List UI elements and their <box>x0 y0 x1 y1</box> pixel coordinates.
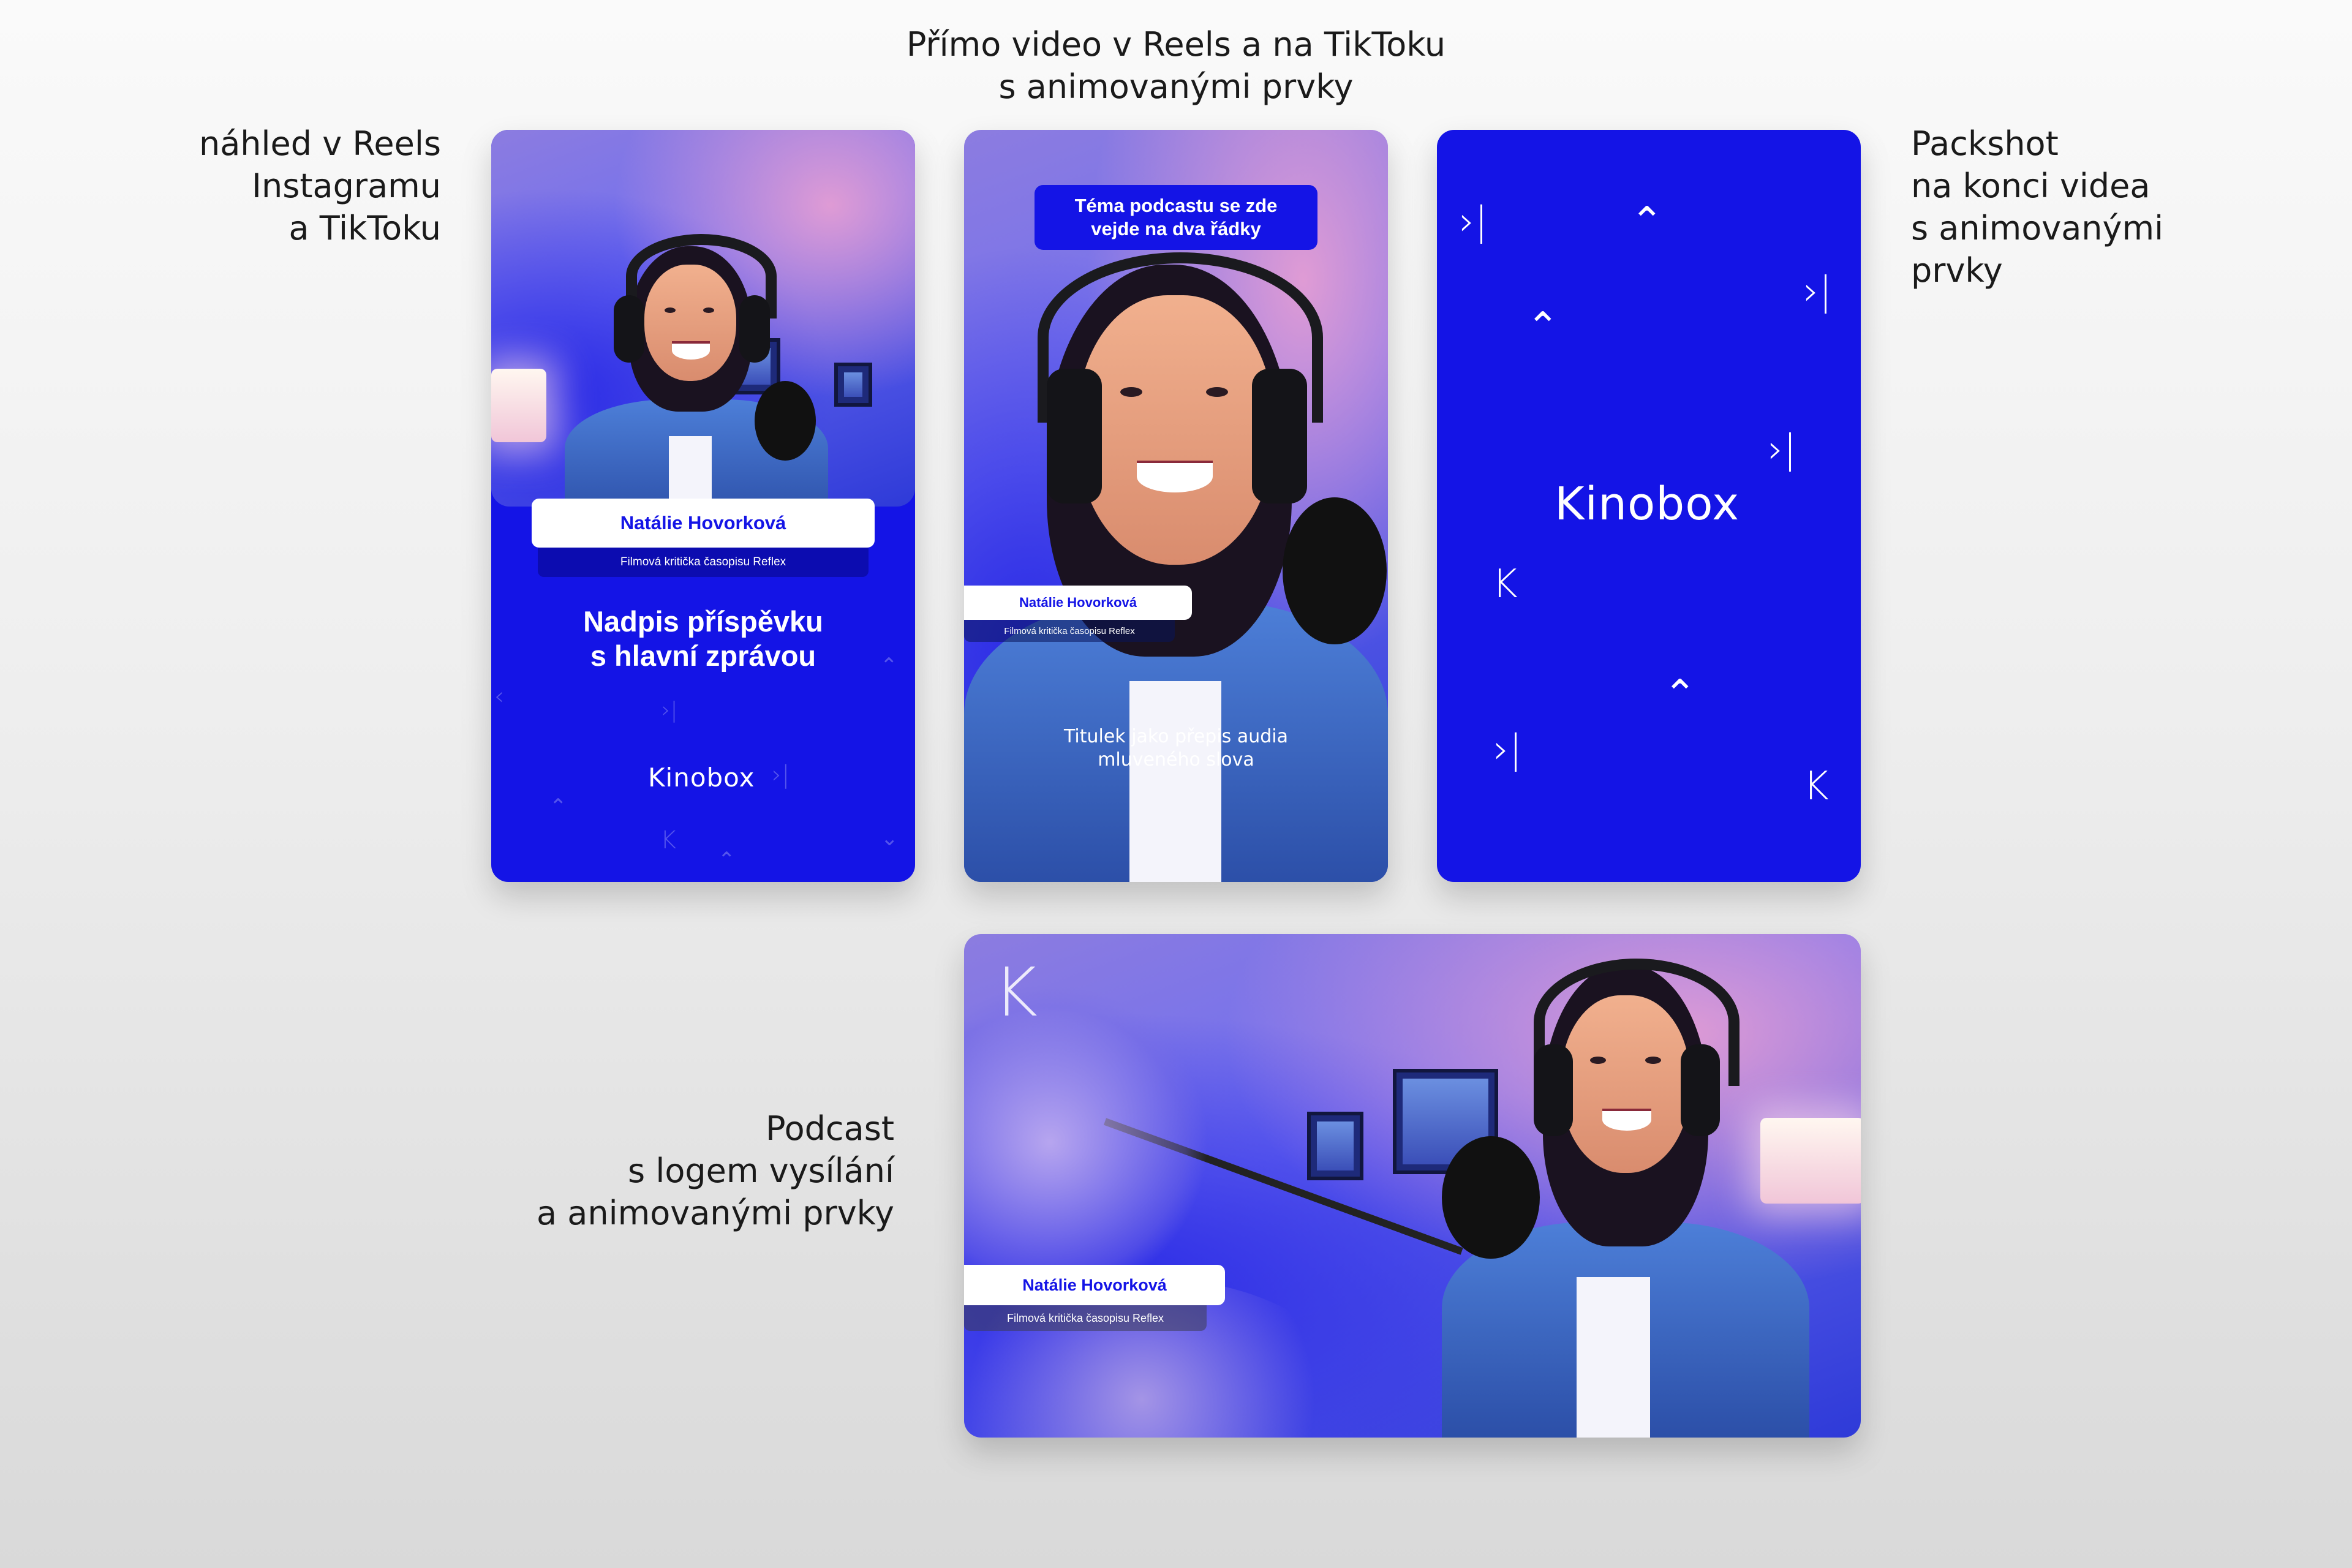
headline-line: Nadpis příspěvku <box>583 605 823 638</box>
caption-video: Přímo video v Reels a na TikToku s animo… <box>796 23 1556 108</box>
role-label: Filmová kritička časopisu Reflex <box>964 1305 1207 1331</box>
chevron-up-bar-icon: ⌃ <box>549 794 567 819</box>
skip-forward-icon: ›| <box>1803 269 1833 314</box>
preview-photo <box>491 130 915 507</box>
skip-forward-icon: ›| <box>772 761 790 789</box>
chevron-left-icon: ‹ <box>494 682 504 710</box>
kinobox-logo: Kinobox <box>648 763 755 793</box>
skip-forward-icon: ›| <box>1459 199 1488 244</box>
caption-preview: náhled v Reels Instagramu a TikToku <box>123 123 441 249</box>
card-packshot: ›| ⌃ ›| ⌃ ›| Kinobox K ⌃ ›| K <box>1437 130 1861 882</box>
topic-line: Téma podcastu se zde <box>1074 195 1278 216</box>
caption-line: náhled v Reels <box>198 124 441 163</box>
kinobox-logo: Kinobox <box>1555 478 1740 530</box>
person-image <box>552 234 859 507</box>
caption-line: prvky <box>1911 251 2003 290</box>
card-podcast: K Natálie Hovorková Filmová kritička čas… <box>964 934 1861 1438</box>
headline-line: s hlavní zprávou <box>590 639 816 672</box>
k-logo-icon: K <box>660 826 677 854</box>
subtitle: Titulek jako přepis audia mluveného slov… <box>964 725 1388 772</box>
caption-line: s animovanými prvky <box>998 67 1354 106</box>
topic-line: vejde na dva řádky <box>1091 218 1261 239</box>
caption-line: s animovanými <box>1911 209 2164 247</box>
caption-line: Podcast <box>765 1109 894 1148</box>
k-logo-icon: K <box>1492 562 1518 607</box>
caption-line: Přímo video v Reels a na TikToku <box>906 25 1446 64</box>
k-logo-icon: K <box>993 953 1038 1031</box>
chevron-up-bar-icon: ⌃ <box>1526 304 1559 350</box>
caption-line: a animovanými prvky <box>537 1194 894 1232</box>
role-label: Filmová kritička časopisu Reflex <box>538 548 869 577</box>
caption-podcast: Podcast s logem vysílání a animovanými p… <box>429 1107 894 1234</box>
role-label: Filmová kritička časopisu Reflex <box>964 620 1175 642</box>
chevron-up-bar-icon: ⌃ <box>880 654 898 678</box>
caption-packshot: Packshot na konci videa s animovanými pr… <box>1911 123 2278 292</box>
subtitle-line: mluveného slova <box>1098 749 1254 771</box>
topic-box: Téma podcastu se zde vejde na dva řádky <box>1035 185 1317 250</box>
chevron-down-bar-icon: ⌄ <box>881 826 899 851</box>
caption-line: s logem vysílání <box>628 1152 894 1190</box>
chevron-up-bar-icon: ⌃ <box>1664 672 1697 717</box>
name-label: Natálie Hovorková <box>964 586 1192 620</box>
skip-forward-icon: ›| <box>1768 427 1797 472</box>
podcast-photo <box>964 934 1861 1438</box>
caption-line: Packshot <box>1911 124 2059 163</box>
skip-forward-icon: ›| <box>1493 727 1523 772</box>
chevron-up-bar-icon: ⌃ <box>718 848 736 872</box>
headline: Nadpis příspěvku s hlavní zprávou <box>491 605 915 673</box>
subtitle-line: Titulek jako přepis audia <box>1063 726 1288 747</box>
name-label: Natálie Hovorková <box>964 1265 1225 1305</box>
k-logo-icon: K <box>1803 764 1829 809</box>
caption-line: a TikToku <box>288 209 441 247</box>
card-video: Téma podcastu se zde vejde na dva řádky … <box>964 130 1388 882</box>
caption-line: na konci videa <box>1911 167 2150 205</box>
caption-line: Instagramu <box>252 167 441 205</box>
card-preview: Natálie Hovorková Filmová kritička časop… <box>491 130 915 882</box>
name-label: Natálie Hovorková <box>532 499 875 548</box>
skip-forward-icon: ›| <box>662 698 678 723</box>
chevron-up-bar-icon: ⌃ <box>1630 199 1664 244</box>
